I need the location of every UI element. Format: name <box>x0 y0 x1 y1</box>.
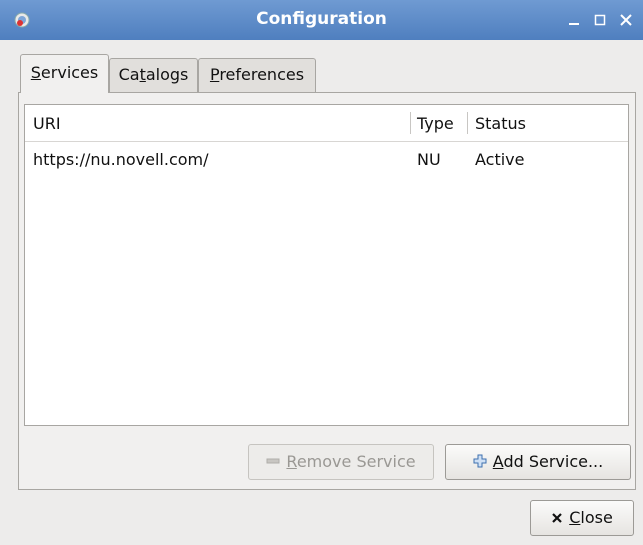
cell-uri: https://nu.novell.com/ <box>33 150 209 169</box>
window-title: Configuration <box>256 9 387 29</box>
tab-services-label: Services <box>30 63 99 82</box>
add-icon <box>473 453 487 472</box>
table-header: URI Type Status <box>25 105 628 142</box>
close-icon[interactable] <box>618 12 634 28</box>
services-list[interactable]: URI Type Status https://nu.novell.com/ N… <box>24 104 629 426</box>
tab-catalogs[interactable]: Catalogs <box>109 58 198 92</box>
close-button-label: Close <box>569 508 613 527</box>
configuration-window: Configuration Services Catalogs Preferen… <box>0 0 643 545</box>
column-header-status[interactable]: Status <box>475 114 526 133</box>
title-bar[interactable]: Configuration <box>0 0 643 40</box>
column-header-uri[interactable]: URI <box>33 114 61 133</box>
close-x-icon <box>551 509 563 528</box>
close-button[interactable]: Close <box>530 500 634 536</box>
tab-preferences-label: Preferences <box>209 65 305 84</box>
add-service-label: Add Service... <box>492 452 604 471</box>
column-header-type[interactable]: Type <box>417 114 454 133</box>
tab-services[interactable]: Services <box>20 54 109 93</box>
tab-catalogs-label: Catalogs <box>118 65 189 84</box>
remove-service-button[interactable]: Remove Service <box>248 444 434 480</box>
cell-type: NU <box>417 150 441 169</box>
column-separator <box>410 112 411 134</box>
remove-service-label: Remove Service <box>286 452 416 471</box>
cell-status: Active <box>475 150 525 169</box>
services-panel: URI Type Status https://nu.novell.com/ N… <box>18 92 636 490</box>
add-service-button[interactable]: Add Service... <box>445 444 631 480</box>
maximize-icon[interactable] <box>592 12 608 28</box>
column-separator <box>467 112 468 134</box>
remove-icon <box>266 453 280 472</box>
minimize-icon[interactable] <box>566 12 582 28</box>
tab-preferences[interactable]: Preferences <box>198 58 316 92</box>
